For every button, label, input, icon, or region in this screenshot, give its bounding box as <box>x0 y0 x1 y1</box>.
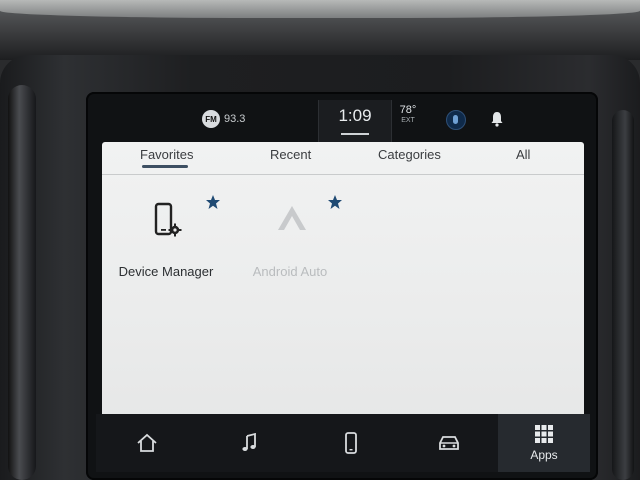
app-device-manager[interactable]: Device Manager <box>106 202 226 292</box>
tab-recent[interactable]: Recent <box>270 147 311 162</box>
phone-gear-icon <box>150 202 186 242</box>
apps-label: Apps <box>530 448 558 462</box>
outside-temperature: 78° EXT <box>392 104 424 124</box>
app-label-android-auto: Android Auto <box>252 264 328 279</box>
tab-all[interactable]: All <box>516 147 530 162</box>
tab-categories[interactable]: Categories <box>378 147 441 162</box>
tab-favorites[interactable]: Favorites <box>140 147 193 162</box>
active-tab-indicator <box>142 165 188 168</box>
bottom-nav: Apps <box>96 414 590 472</box>
siriusxm-icon[interactable] <box>446 110 466 130</box>
music-icon[interactable] <box>206 414 292 472</box>
vehicle-icon[interactable] <box>406 414 492 472</box>
app-label-device-manager: Device Manager <box>118 264 214 279</box>
tab-bar: Favorites Recent Categories All <box>102 142 584 175</box>
android-auto-icon <box>274 202 310 242</box>
apps-panel: Favorites Recent Categories All Device M… <box>102 142 584 424</box>
clock-display: 1:09 <box>318 100 392 142</box>
clock-time: 1:09 <box>338 106 372 125</box>
radio-frequency: 93.3 <box>224 113 246 125</box>
temperature-label: EXT <box>401 117 415 124</box>
apps-grid-icon <box>535 425 553 443</box>
left-trim <box>8 85 36 480</box>
apps-button[interactable]: Apps <box>498 414 590 472</box>
clock-underline <box>341 133 369 135</box>
favorite-star-icon[interactable] <box>205 194 221 210</box>
radio-source[interactable]: FM 93.3 <box>202 108 245 130</box>
bell-icon[interactable] <box>488 110 506 128</box>
right-trim <box>612 110 634 480</box>
app-android-auto[interactable]: Android Auto <box>230 202 350 292</box>
radio-band-badge: FM <box>202 110 220 128</box>
status-bar: FM 93.3 1:09 78° EXT <box>96 100 590 142</box>
temperature-value: 78° <box>399 104 417 116</box>
home-icon[interactable] <box>104 414 190 472</box>
dashboard-top <box>0 0 640 60</box>
phone-icon[interactable] <box>308 414 394 472</box>
favorite-star-icon[interactable] <box>327 194 343 210</box>
